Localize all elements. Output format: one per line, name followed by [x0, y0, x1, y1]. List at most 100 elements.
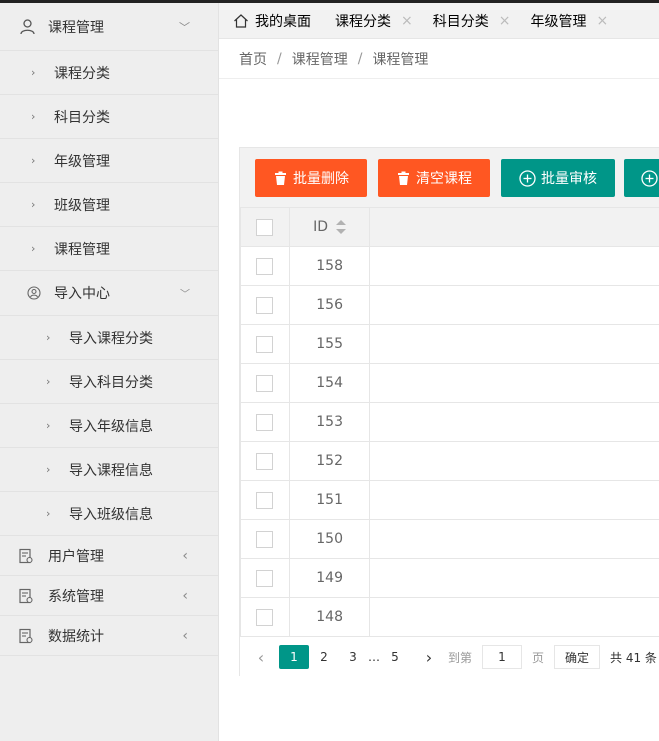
row-checkbox[interactable]: [256, 257, 274, 275]
table-row[interactable]: 153: [240, 402, 659, 442]
chevron-right-icon: ›: [46, 375, 51, 388]
page-3-button[interactable]: 3: [338, 645, 368, 669]
batch-review-button[interactable]: 批量审核: [501, 159, 615, 197]
chevron-right-icon: ›: [31, 66, 36, 79]
row-checkbox[interactable]: [256, 608, 274, 626]
table-row[interactable]: 155: [240, 324, 659, 364]
next-page-icon[interactable]: ›: [414, 645, 444, 669]
row-cell: [369, 324, 659, 364]
chevron-left-icon: ‹: [182, 627, 188, 644]
tab-bar: 我的桌面 课程分类 × 科目分类 × 年级管理 ×: [219, 3, 659, 39]
table-row[interactable]: 152: [240, 441, 659, 481]
sidebar-item-import-course-info[interactable]: › 导入课程信息: [0, 448, 218, 492]
row-cell: [369, 480, 659, 520]
sidebar: 课程管理 ﹀ › 课程分类 › 科目分类 › 年级管理 › 班级管理 › 课程管理 导入中…: [0, 3, 219, 741]
table-row[interactable]: 151: [240, 480, 659, 520]
chevron-right-icon: ›: [46, 463, 51, 476]
tab-label: 科目分类: [432, 13, 489, 30]
close-icon[interactable]: ×: [401, 13, 413, 29]
goto-label: 到第: [448, 650, 473, 665]
tab-grade-mgmt[interactable]: 年级管理 ×: [520, 3, 618, 38]
sidebar-menu-system-mgmt[interactable]: 系统管理 ‹: [0, 576, 218, 616]
sidebar-item-course-category[interactable]: › 课程分类: [0, 51, 218, 95]
clear-courses-button[interactable]: 清空课程: [378, 159, 490, 197]
sidebar-item-subject-category[interactable]: › 科目分类: [0, 95, 218, 139]
breadcrumb-home[interactable]: 首页: [239, 49, 267, 69]
table-row[interactable]: 154: [240, 363, 659, 403]
row-select-cell: [240, 402, 290, 442]
tab-my-desktop[interactable]: 我的桌面: [219, 3, 325, 38]
row-checkbox[interactable]: [256, 530, 274, 548]
row-checkbox[interactable]: [256, 335, 274, 353]
close-icon[interactable]: ×: [596, 13, 608, 29]
close-icon[interactable]: ×: [499, 13, 511, 29]
add-button[interactable]: [624, 159, 659, 197]
row-checkbox[interactable]: [256, 452, 274, 470]
table-row[interactable]: 158: [240, 246, 659, 286]
row-checkbox[interactable]: [256, 296, 274, 314]
row-select-cell: [240, 519, 290, 559]
row-checkbox[interactable]: [256, 569, 274, 587]
sidebar-menu-course-mgmt[interactable]: 课程管理 ﹀: [0, 3, 218, 51]
page-5-button[interactable]: 5: [380, 645, 410, 669]
sidebar-item-grade-mgmt[interactable]: › 年级管理: [0, 139, 218, 183]
table-row[interactable]: 156: [240, 285, 659, 325]
chevron-right-icon: ›: [46, 507, 51, 520]
sidebar-menu-data-stats[interactable]: 数据统计 ‹: [0, 616, 218, 656]
row-cell: [369, 519, 659, 559]
plus-circle-icon: [641, 169, 658, 187]
sidebar-item-label: 课程管理: [54, 241, 110, 258]
document-icon: [18, 588, 34, 604]
chevron-down-icon: ﹀: [179, 20, 190, 34]
breadcrumb-section[interactable]: 课程管理: [292, 49, 348, 69]
goto-page-input[interactable]: 1: [482, 645, 522, 669]
page-1-button[interactable]: 1: [279, 645, 309, 669]
page-2-button[interactable]: 2: [309, 645, 339, 669]
sidebar-item-label: 导入课程分类: [69, 330, 153, 347]
user-circle-icon: [27, 286, 41, 300]
sidebar-menu-user-mgmt[interactable]: 用户管理 ‹: [0, 536, 218, 576]
page-unit-label: 页: [532, 650, 545, 665]
row-select-cell: [240, 285, 290, 325]
sort-icon[interactable]: [336, 220, 347, 234]
batch-delete-button[interactable]: 批量删除: [255, 159, 367, 197]
row-id-cell: 158: [288, 246, 371, 286]
row-checkbox[interactable]: [256, 374, 274, 392]
table-row[interactable]: 150: [240, 519, 659, 559]
tab-course-category[interactable]: 课程分类 ×: [325, 3, 423, 38]
chevron-right-icon: ›: [46, 419, 51, 432]
row-checkbox[interactable]: [256, 491, 274, 509]
chevron-right-icon: ›: [31, 198, 36, 211]
tab-label: 我的桌面: [255, 13, 311, 30]
user-icon: [18, 18, 36, 36]
batch-delete-label: 批量删除: [293, 171, 349, 187]
select-all-checkbox[interactable]: [256, 218, 274, 236]
breadcrumb: 首页 / 课程管理 / 课程管理: [219, 39, 659, 79]
row-id-cell: 154: [288, 363, 371, 403]
row-cell: [369, 402, 659, 442]
sidebar-submenu-import-center[interactable]: 导入中心 ﹀: [0, 271, 218, 316]
prev-page-icon[interactable]: ‹: [246, 645, 276, 669]
sidebar-item-class-mgmt[interactable]: › 班级管理: [0, 183, 218, 227]
chevron-left-icon: ‹: [182, 587, 188, 604]
sidebar-item-label: 导入年级信息: [69, 418, 153, 435]
sidebar-item-import-class-info[interactable]: › 导入班级信息: [0, 492, 218, 536]
id-column-header[interactable]: ID: [288, 207, 371, 247]
sidebar-item-course-mgmt[interactable]: › 课程管理: [0, 227, 218, 271]
sidebar-item-label: 课程分类: [54, 65, 110, 82]
table-row[interactable]: 148: [240, 597, 659, 637]
row-select-cell: [240, 441, 290, 481]
table-row[interactable]: 149: [240, 558, 659, 598]
sidebar-item-import-course-category[interactable]: › 导入课程分类: [0, 316, 218, 360]
sidebar-item-label: 科目分类: [54, 109, 110, 126]
pagination: ‹ 1 2 3 … 5 › 到第 1 页 确定 共 41 条: [240, 636, 659, 676]
row-cell: [369, 441, 659, 481]
row-cell: [369, 558, 659, 598]
row-checkbox[interactable]: [256, 413, 274, 431]
goto-confirm-button[interactable]: 确定: [554, 645, 600, 669]
sidebar-item-import-subject-category[interactable]: › 导入科目分类: [0, 360, 218, 404]
chevron-down-icon: ﹀: [180, 289, 190, 301]
breadcrumb-separator: /: [357, 50, 363, 67]
tab-subject-category[interactable]: 科目分类 ×: [423, 3, 521, 38]
sidebar-item-import-grade-info[interactable]: › 导入年级信息: [0, 404, 218, 448]
